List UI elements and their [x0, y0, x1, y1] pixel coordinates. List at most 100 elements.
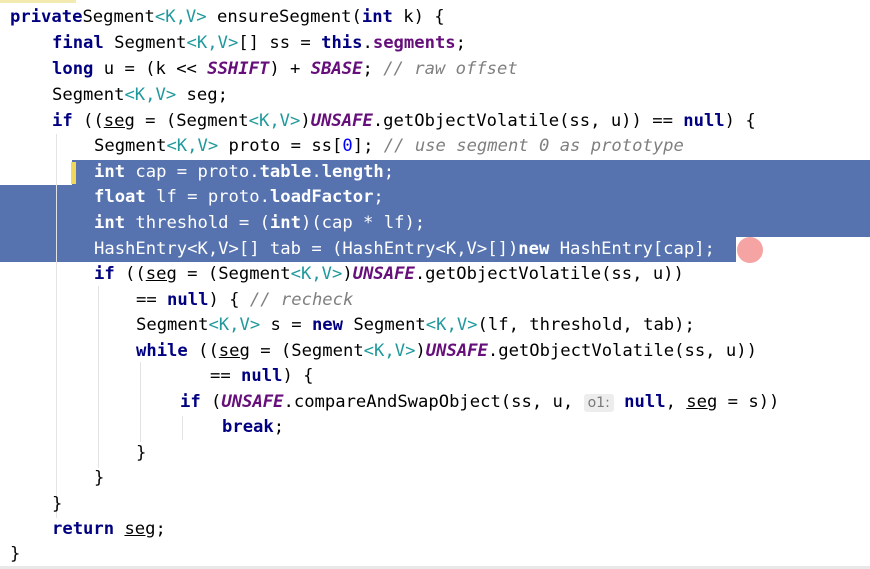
- comment-token: // use segment 0 as prototype: [383, 136, 684, 156]
- code-token: ;: [155, 519, 166, 539]
- code-token: Segment: [342, 315, 426, 335]
- code-token: = (Segment: [249, 341, 364, 361]
- keyword-token: break: [222, 417, 274, 437]
- code-line[interactable]: }: [136, 441, 146, 466]
- keyword-token: int: [361, 7, 393, 27]
- keyword-token: while: [136, 341, 188, 361]
- code-token: (lf, threshold, tab);: [477, 315, 695, 335]
- code-editor[interactable]: privateSegment<K,V> ensureSegment(int k)…: [0, 0, 870, 569]
- code-token: Segment: [82, 7, 155, 27]
- code-token: ;: [373, 187, 384, 207]
- param-hint: o1:: [583, 394, 614, 412]
- code-token: s =: [260, 315, 312, 335]
- code-token: ): [342, 264, 353, 284]
- code-token: proto = ss[: [218, 136, 343, 156]
- code-token: ensureSegment(: [206, 7, 362, 27]
- constant-token: SSHIFT: [207, 59, 270, 79]
- code-token: ];: [352, 136, 384, 156]
- code-token: .getObjectVolatile(ss, u)) ==: [372, 111, 684, 131]
- code-line[interactable]: float lf = proto.loadFactor;: [94, 185, 384, 210]
- code-line[interactable]: int cap = proto.table.length;: [71, 160, 395, 185]
- indent-guide: [98, 286, 99, 468]
- keyword-token: float: [94, 187, 146, 207]
- code-line[interactable]: if ((seg = (Segment<K,V>)UNSAFE.getObjec…: [94, 262, 684, 287]
- indent-guide: [140, 362, 141, 442]
- constant-token: SBASE: [310, 59, 363, 79]
- code-line[interactable]: Segment<K,V> proto = ss[0]; // use segme…: [94, 134, 684, 159]
- code-token: ;: [383, 162, 395, 182]
- constant-token: UNSAFE: [352, 264, 415, 284]
- keyword-token: null: [241, 366, 283, 386]
- keyword-token: this: [321, 33, 363, 53]
- keyword-token: if: [94, 264, 115, 284]
- code-token: }: [52, 494, 63, 514]
- type-param-token: <K,V>: [124, 85, 177, 105]
- constant-token: UNSAFE: [221, 392, 284, 412]
- code-line[interactable]: }: [94, 466, 104, 491]
- code-token: ): [300, 111, 311, 131]
- field-token: length: [321, 162, 384, 182]
- code-token: }: [10, 544, 21, 564]
- code-line[interactable]: int threshold = (int)(cap * lf);: [94, 211, 425, 236]
- code-token: k) {: [392, 7, 445, 27]
- type-param-token: <K,V>: [248, 111, 301, 131]
- keyword-token: int: [94, 213, 126, 233]
- code-line[interactable]: if (UNSAFE.compareAndSwapObject(ss, u, o…: [180, 390, 779, 415]
- code-token: .: [362, 33, 373, 53]
- code-line[interactable]: final Segment<K,V>[] ss = this.segments;: [52, 31, 466, 56]
- constant-token: UNSAFE: [425, 341, 488, 361]
- code-token: = (Segment: [134, 111, 249, 131]
- type-param-token: <K,V>: [290, 264, 343, 284]
- top-highlight-marker: [0, 0, 76, 3]
- code-token: ((: [187, 341, 219, 361]
- variable-token: seg: [103, 111, 135, 131]
- code-line[interactable]: break;: [222, 415, 284, 440]
- variable-token: seg: [686, 392, 718, 412]
- keyword-token: null: [624, 392, 666, 412]
- code-line[interactable]: }: [10, 542, 20, 567]
- code-token: }: [136, 443, 147, 463]
- code-line[interactable]: if ((seg = (Segment<K,V>)UNSAFE.getObjec…: [52, 109, 756, 134]
- code-line[interactable]: Segment<K,V> seg;: [52, 83, 228, 108]
- type-param-token: <K,V>: [186, 33, 239, 53]
- code-token: threshold = (: [125, 213, 270, 233]
- comment-token: // raw offset: [383, 59, 518, 79]
- code-token: Segment: [103, 33, 187, 53]
- code-line[interactable]: privateSegment<K,V> ensureSegment(int k)…: [10, 5, 445, 30]
- keyword-token: if: [180, 392, 201, 412]
- type-param-token: <K,V>: [208, 315, 261, 335]
- code-token: ;: [362, 59, 384, 79]
- breakpoint-icon[interactable]: [737, 237, 763, 263]
- type-param-token: <K,V>: [435, 239, 488, 259]
- code-line[interactable]: }: [52, 492, 62, 517]
- type-param-token: <K,V>: [187, 239, 239, 259]
- code-token: HashEntry[cap];: [549, 239, 715, 259]
- field-token: segments: [372, 33, 456, 53]
- constant-token: UNSAFE: [310, 111, 373, 131]
- code-token: )(cap * lf);: [300, 213, 426, 233]
- code-token: ) {: [724, 111, 756, 131]
- code-line[interactable]: while ((seg = (Segment<K,V>)UNSAFE.getOb…: [136, 339, 757, 364]
- code-token: .getObjectVolatile(ss, u)): [487, 341, 757, 361]
- code-token: Segment: [94, 136, 167, 156]
- keyword-token: null: [167, 290, 209, 310]
- variable-token: seg: [145, 264, 177, 284]
- code-line[interactable]: == null) { // recheck: [136, 288, 353, 313]
- code-line[interactable]: Segment<K,V> s = new Segment<K,V>(lf, th…: [136, 313, 695, 338]
- code-line[interactable]: HashEntry<K,V>[] tab = (HashEntry<K,V>[]…: [94, 237, 715, 262]
- code-token: ): [415, 341, 426, 361]
- code-line[interactable]: == null) {: [210, 364, 314, 389]
- code-token: ;: [455, 33, 467, 53]
- keyword-token: int: [269, 213, 301, 233]
- indent-guide: [56, 134, 57, 518]
- code-token: ((: [72, 111, 104, 131]
- code-token: }: [94, 468, 105, 488]
- code-token: ==: [210, 366, 242, 386]
- code-line[interactable]: return seg;: [52, 517, 166, 542]
- code-token: [] tab = (HashEntry: [238, 239, 436, 259]
- keyword-token: new: [311, 315, 343, 335]
- code-line[interactable]: long u = (k << SSHIFT) + SBASE; // raw o…: [52, 57, 518, 82]
- code-token: ) {: [208, 290, 250, 310]
- keyword-token: new: [518, 239, 550, 259]
